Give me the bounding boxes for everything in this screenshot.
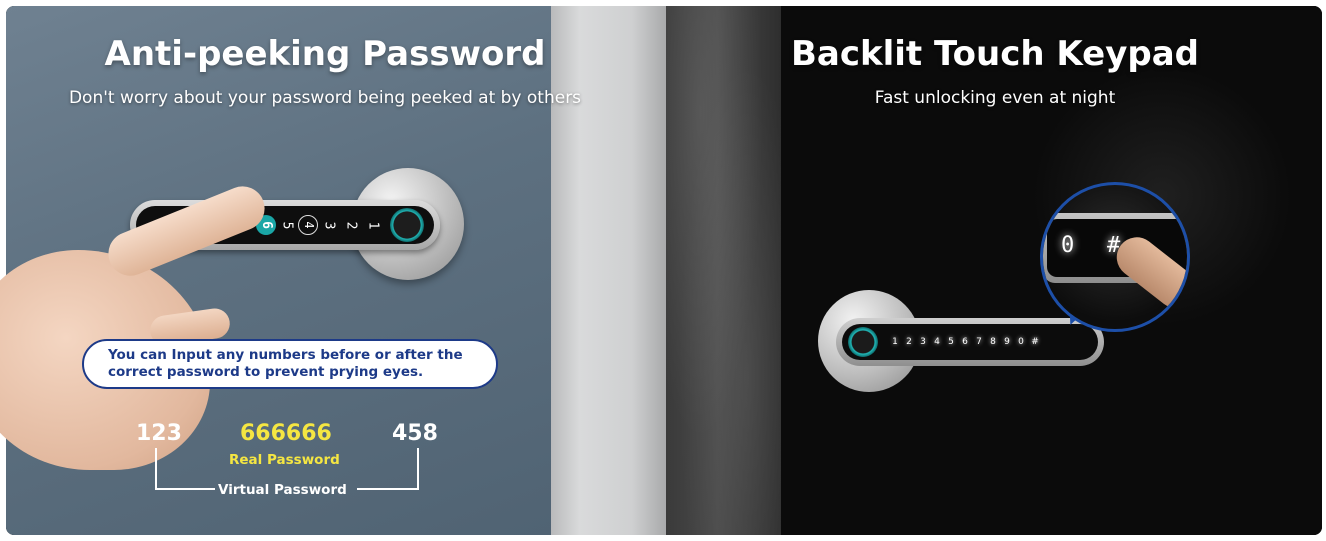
key-5: 5: [279, 221, 295, 229]
backlit-key-8: 8: [990, 337, 996, 347]
keypad-right-backlit: 1 2 3 4 5 6 7 8 9 0 #: [842, 324, 1098, 360]
left-title: Anti-peeking Password: [104, 34, 546, 74]
prefix-digits: 123: [136, 421, 182, 446]
zoom-key-0: 0: [1061, 233, 1075, 258]
backlit-key-5: 5: [948, 337, 954, 347]
key-2: 2: [343, 221, 359, 229]
suffix-digits: 458: [392, 421, 438, 446]
backlit-key-7: 7: [976, 337, 982, 347]
key-1: 1: [365, 221, 381, 229]
right-subtitle: Fast unlocking even at night: [874, 88, 1116, 108]
key-4-nfc: 4: [298, 215, 318, 235]
backlit-key-2: 2: [906, 337, 912, 347]
concrete-wall: [666, 6, 781, 535]
bracket-left: [155, 448, 215, 490]
fingerprint-sensor-icon: [848, 327, 878, 357]
backlit-key-9: 9: [1004, 337, 1010, 347]
backlit-key-6: 6: [962, 337, 968, 347]
callout-text: You can Input any numbers before or afte…: [108, 347, 463, 381]
key-3: 3: [321, 221, 337, 229]
right-panel-dark-door: [666, 6, 1322, 535]
backlit-key-hash: #: [1031, 337, 1039, 347]
backlit-key-0: 0: [1018, 337, 1024, 347]
backlit-key-3: 3: [920, 337, 926, 347]
zoom-magnifier-circle: 0 #: [1040, 182, 1190, 332]
fingerprint-sensor-icon: [390, 208, 424, 242]
bracket-right: [357, 448, 419, 490]
backlit-key-1: 1: [892, 337, 898, 347]
real-password-label: Real Password: [229, 452, 340, 468]
backlit-key-4: 4: [934, 337, 940, 347]
callout-bubble: You can Input any numbers before or afte…: [82, 339, 498, 389]
right-title: Backlit Touch Keypad: [790, 34, 1200, 74]
left-subtitle: Don't worry about your password being pe…: [68, 88, 582, 108]
real-password-digits: 666666: [240, 421, 332, 446]
callout-line-2: correct password to prevent prying eyes.: [108, 364, 424, 380]
virtual-password-label: Virtual Password: [218, 482, 347, 498]
door-frame: [551, 6, 666, 535]
callout-line-1: You can Input any numbers before or afte…: [108, 347, 463, 363]
